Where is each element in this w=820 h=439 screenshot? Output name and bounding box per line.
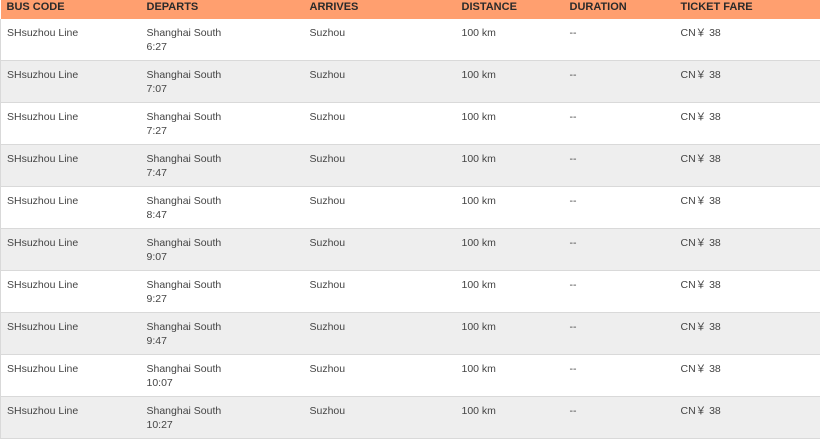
arrives-cell: Suzhou [310, 313, 462, 355]
distance-cell: 100 km [462, 355, 570, 397]
arrives-cell: Suzhou [310, 145, 462, 187]
table-row[interactable]: SHsuzhou LineShanghai South10:07Suzhou10… [1, 355, 820, 397]
depart-station: Shanghai South [147, 278, 310, 292]
depart-station: Shanghai South [147, 320, 310, 334]
header-ticket-fare[interactable]: TICKET FARE [681, 0, 820, 19]
arrives-cell: Suzhou [310, 229, 462, 271]
table-row[interactable]: SHsuzhou LineShanghai South9:47Suzhou100… [1, 313, 820, 355]
ticket-fare-cell: CN￥ 38 [681, 229, 820, 271]
depart-time: 10:07 [147, 376, 310, 390]
arrives-cell: Suzhou [310, 61, 462, 103]
depart-station: Shanghai South [147, 110, 310, 124]
bus-schedule-table: BUS CODE DEPARTS ARRIVES DISTANCE DURATI… [0, 0, 820, 439]
arrives-cell: Suzhou [310, 355, 462, 397]
distance-cell: 100 km [462, 271, 570, 313]
distance-cell: 100 km [462, 103, 570, 145]
header-bus-code[interactable]: BUS CODE [1, 0, 147, 19]
duration-cell: -- [570, 61, 681, 103]
duration-cell: -- [570, 397, 681, 439]
distance-cell: 100 km [462, 61, 570, 103]
arrives-cell: Suzhou [310, 397, 462, 439]
duration-cell: -- [570, 103, 681, 145]
table-row[interactable]: SHsuzhou LineShanghai South9:27Suzhou100… [1, 271, 820, 313]
bus-code-cell: SHsuzhou Line [1, 271, 147, 313]
depart-time: 6:27 [147, 40, 310, 54]
distance-cell: 100 km [462, 313, 570, 355]
depart-time: 9:27 [147, 292, 310, 306]
departs-cell: Shanghai South9:47 [147, 313, 310, 355]
bus-code-cell: SHsuzhou Line [1, 187, 147, 229]
depart-time: 7:27 [147, 124, 310, 138]
depart-station: Shanghai South [147, 152, 310, 166]
duration-cell: -- [570, 313, 681, 355]
departs-cell: Shanghai South7:47 [147, 145, 310, 187]
ticket-fare-cell: CN￥ 38 [681, 271, 820, 313]
ticket-fare-cell: CN￥ 38 [681, 313, 820, 355]
duration-cell: -- [570, 229, 681, 271]
arrives-cell: Suzhou [310, 19, 462, 61]
depart-time: 8:47 [147, 208, 310, 222]
ticket-fare-cell: CN￥ 38 [681, 19, 820, 61]
depart-station: Shanghai South [147, 68, 310, 82]
departs-cell: Shanghai South9:07 [147, 229, 310, 271]
table-row[interactable]: SHsuzhou LineShanghai South7:47Suzhou100… [1, 145, 820, 187]
table-row[interactable]: SHsuzhou LineShanghai South10:27Suzhou10… [1, 397, 820, 439]
table-header-row: BUS CODE DEPARTS ARRIVES DISTANCE DURATI… [1, 0, 820, 19]
header-distance[interactable]: DISTANCE [462, 0, 570, 19]
bus-code-cell: SHsuzhou Line [1, 355, 147, 397]
table-row[interactable]: SHsuzhou LineShanghai South9:07Suzhou100… [1, 229, 820, 271]
duration-cell: -- [570, 145, 681, 187]
duration-cell: -- [570, 271, 681, 313]
bus-code-cell: SHsuzhou Line [1, 229, 147, 271]
ticket-fare-cell: CN￥ 38 [681, 397, 820, 439]
header-duration[interactable]: DURATION [570, 0, 681, 19]
distance-cell: 100 km [462, 19, 570, 61]
depart-station: Shanghai South [147, 404, 310, 418]
depart-station: Shanghai South [147, 236, 310, 250]
depart-time: 10:27 [147, 418, 310, 432]
ticket-fare-cell: CN￥ 38 [681, 145, 820, 187]
ticket-fare-cell: CN￥ 38 [681, 355, 820, 397]
departs-cell: Shanghai South10:07 [147, 355, 310, 397]
ticket-fare-cell: CN￥ 38 [681, 103, 820, 145]
distance-cell: 100 km [462, 145, 570, 187]
departs-cell: Shanghai South6:27 [147, 19, 310, 61]
duration-cell: -- [570, 187, 681, 229]
depart-station: Shanghai South [147, 194, 310, 208]
departs-cell: Shanghai South7:07 [147, 61, 310, 103]
arrives-cell: Suzhou [310, 187, 462, 229]
arrives-cell: Suzhou [310, 271, 462, 313]
depart-time: 9:47 [147, 334, 310, 348]
duration-cell: -- [570, 19, 681, 61]
departs-cell: Shanghai South9:27 [147, 271, 310, 313]
depart-time: 7:07 [147, 82, 310, 96]
ticket-fare-cell: CN￥ 38 [681, 187, 820, 229]
departs-cell: Shanghai South8:47 [147, 187, 310, 229]
duration-cell: -- [570, 355, 681, 397]
departs-cell: Shanghai South10:27 [147, 397, 310, 439]
bus-code-cell: SHsuzhou Line [1, 145, 147, 187]
depart-station: Shanghai South [147, 26, 310, 40]
depart-time: 7:47 [147, 166, 310, 180]
header-departs[interactable]: DEPARTS [147, 0, 310, 19]
table-row[interactable]: SHsuzhou LineShanghai South6:27Suzhou100… [1, 19, 820, 61]
depart-station: Shanghai South [147, 362, 310, 376]
bus-code-cell: SHsuzhou Line [1, 103, 147, 145]
table-row[interactable]: SHsuzhou LineShanghai South8:47Suzhou100… [1, 187, 820, 229]
table-body: SHsuzhou LineShanghai South6:27Suzhou100… [1, 19, 820, 439]
ticket-fare-cell: CN￥ 38 [681, 61, 820, 103]
bus-code-cell: SHsuzhou Line [1, 313, 147, 355]
header-arrives[interactable]: ARRIVES [310, 0, 462, 19]
bus-code-cell: SHsuzhou Line [1, 397, 147, 439]
depart-time: 9:07 [147, 250, 310, 264]
distance-cell: 100 km [462, 187, 570, 229]
arrives-cell: Suzhou [310, 103, 462, 145]
table-row[interactable]: SHsuzhou LineShanghai South7:27Suzhou100… [1, 103, 820, 145]
distance-cell: 100 km [462, 229, 570, 271]
bus-code-cell: SHsuzhou Line [1, 19, 147, 61]
bus-code-cell: SHsuzhou Line [1, 61, 147, 103]
departs-cell: Shanghai South7:27 [147, 103, 310, 145]
distance-cell: 100 km [462, 397, 570, 439]
table-row[interactable]: SHsuzhou LineShanghai South7:07Suzhou100… [1, 61, 820, 103]
